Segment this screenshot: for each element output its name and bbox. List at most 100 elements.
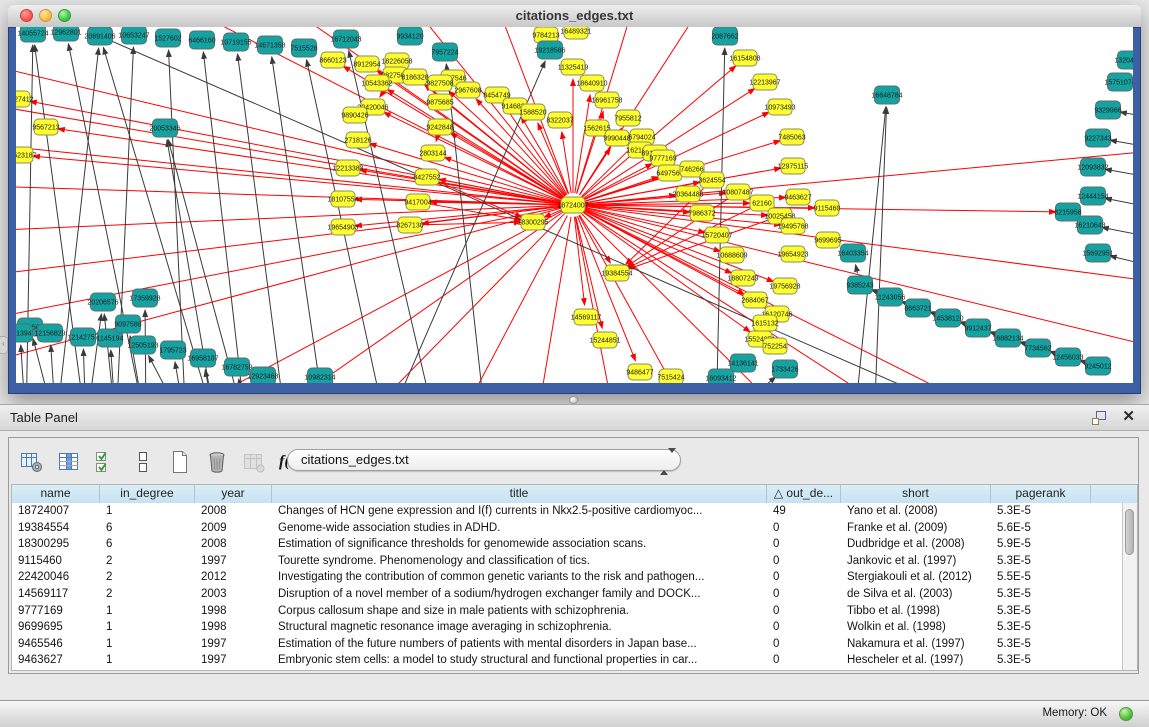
graph-node[interactable]: 16093412 <box>705 369 736 383</box>
graph-node[interactable]: 19654903 <box>327 219 358 235</box>
graph-edge[interactable] <box>1110 140 1133 152</box>
graph-node[interactable]: 18807249 <box>727 270 758 286</box>
column-header[interactable]: name <box>12 485 100 503</box>
graph-edge[interactable] <box>203 52 246 383</box>
graph-node[interactable]: 9990448 <box>603 130 630 146</box>
graph-node[interactable]: 10807487 <box>722 184 753 200</box>
graph-node[interactable]: 12505193 <box>127 336 158 354</box>
graph-node[interactable]: 6466160 <box>188 31 215 49</box>
graph-edge[interactable] <box>272 57 326 383</box>
graph-node[interactable]: 9417004 <box>404 194 431 210</box>
table-row[interactable]: 1456911722003Disruption of a novel membe… <box>12 586 1122 603</box>
graph-node[interactable]: 10719155 <box>220 33 251 51</box>
graph-node[interactable]: 331394 <box>16 324 33 342</box>
graph-node[interactable]: 8186328 <box>401 69 428 85</box>
float-panel-icon[interactable] <box>1091 410 1107 426</box>
graph-node[interactable]: 20206576 <box>87 293 118 311</box>
graph-node[interactable]: 9115460 <box>814 200 841 216</box>
table-scrollbar-thumb[interactable] <box>1125 509 1134 555</box>
graph-edge[interactable] <box>1105 169 1133 182</box>
graph-edge[interactable] <box>16 208 561 371</box>
graph-node[interactable]: 16403354 <box>837 244 868 262</box>
graph-node[interactable]: 12962801 <box>50 27 81 41</box>
show-columns-icon[interactable] <box>56 448 82 476</box>
graph-node[interactable]: 7515528 <box>290 39 317 57</box>
graph-node[interactable]: 1527602 <box>154 29 181 47</box>
graph-node[interactable]: 9567213 <box>32 119 59 135</box>
table-row[interactable]: 2242004622012Investigating the contribut… <box>12 569 1122 586</box>
graph-node[interactable]: 8427552 <box>413 169 440 185</box>
graph-node[interactable]: 1588520 <box>519 104 546 120</box>
graph-node[interactable]: 9242848 <box>426 119 453 135</box>
table-row[interactable]: 1938455462009Genome-wide association stu… <box>12 520 1122 537</box>
graph-edge[interactable] <box>1102 227 1133 242</box>
graph-node[interactable]: 7957224 <box>431 43 458 61</box>
graph-node[interactable]: 10653247 <box>118 27 149 44</box>
graph-node[interactable]: 19384554 <box>601 265 632 281</box>
graph-node[interactable]: 13204550 <box>1114 51 1133 69</box>
graph-edge[interactable] <box>175 362 186 383</box>
graph-node[interactable]: 17359928 <box>129 289 160 307</box>
graph-node[interactable]: 16882134 <box>992 329 1023 347</box>
graph-edge[interactable] <box>1110 256 1133 272</box>
graph-node[interactable]: 752254 <box>763 338 787 354</box>
graph-node[interactable]: 14671358 <box>254 36 285 54</box>
graph-node[interactable]: 18107554 <box>327 191 358 207</box>
graph-edge[interactable] <box>111 350 116 383</box>
graph-node[interactable]: 15751074 <box>1104 73 1133 91</box>
graph-edge[interactable] <box>30 101 561 202</box>
graph-edge[interactable] <box>86 314 101 383</box>
table-row[interactable]: 977716911998Corpus callosum shape and si… <box>12 603 1122 620</box>
graph-node[interactable]: 11325419 <box>558 59 589 75</box>
graph-node[interactable]: 16961758 <box>591 92 622 108</box>
graph-node[interactable]: 1795723 <box>159 341 186 359</box>
graph-node[interactable]: 7515424 <box>657 369 684 383</box>
graph-node[interactable]: 18300295 <box>517 214 548 230</box>
graph-edge[interactable] <box>456 216 567 383</box>
graph-node[interactable]: 20364486 <box>672 186 703 202</box>
table-row[interactable]: 946362711997Embryonic stem cells: a mode… <box>12 652 1122 669</box>
table-row[interactable]: 911546021997Tourette syndrome. Phenomeno… <box>12 553 1122 570</box>
graph-edge[interactable] <box>16 206 561 232</box>
graph-node[interactable]: 12093832 <box>1077 158 1108 176</box>
graph-node[interactable]: 9827508 <box>426 75 453 91</box>
graph-edge[interactable] <box>169 50 186 383</box>
graph-node[interactable]: 19495768 <box>777 218 808 234</box>
graph-node[interactable]: 16648784 <box>871 86 902 104</box>
graph-edge[interactable] <box>21 345 26 383</box>
graph-node[interactable]: 9486477 <box>626 364 653 380</box>
graph-edge[interactable] <box>1105 198 1133 212</box>
graph-node[interactable]: 1615132 <box>751 315 778 331</box>
graph-node[interactable]: 9097588 <box>114 315 141 333</box>
graph-node[interactable]: 12923468 <box>247 367 278 383</box>
graph-node[interactable]: 12156829 <box>34 324 65 342</box>
window-titlebar[interactable]: citations_edges.txt <box>8 5 1141 28</box>
graph-node[interactable]: 16154808 <box>729 50 760 66</box>
graph-node[interactable]: 7955812 <box>614 110 641 126</box>
graph-node[interactable]: 2718126 <box>344 132 371 148</box>
graph-edge[interactable] <box>716 48 725 383</box>
graph-node[interactable]: 10543362 <box>361 75 392 91</box>
graph-node[interactable]: 10973493 <box>764 99 795 115</box>
graph-node[interactable]: 9699695 <box>814 232 841 248</box>
graph-node[interactable]: 19218586 <box>534 41 565 59</box>
graph-edge[interactable] <box>856 265 858 274</box>
select-columns-icon[interactable] <box>93 448 119 476</box>
graph-edge[interactable] <box>83 349 86 383</box>
graph-node[interactable]: 12213967 <box>749 74 780 90</box>
table-row[interactable]: 969969511998Structural magnetic resonanc… <box>12 619 1122 636</box>
graph-node[interactable]: 12975115 <box>778 158 809 174</box>
graph-node[interactable]: 7986372 <box>688 205 715 221</box>
graph-node[interactable]: 19756928 <box>769 278 800 294</box>
column-header[interactable]: △ out_de... <box>767 485 841 503</box>
graph-node[interactable]: 15244851 <box>589 332 620 348</box>
graph-edge[interactable] <box>1120 112 1133 122</box>
graph-node[interactable]: 8322037 <box>546 112 573 128</box>
graph-node[interactable]: 8663721 <box>904 299 931 317</box>
table-scrollbar[interactable] <box>1122 503 1137 670</box>
network-canvas[interactable]: 1872400786601238912954182260589827509105… <box>16 27 1133 383</box>
column-header[interactable]: in_degree <box>100 485 195 503</box>
graph-node[interactable]: 9245012 <box>1084 357 1111 375</box>
graph-node[interactable]: 8267130 <box>396 217 423 233</box>
graph-node[interactable]: 2803144 <box>419 145 446 161</box>
